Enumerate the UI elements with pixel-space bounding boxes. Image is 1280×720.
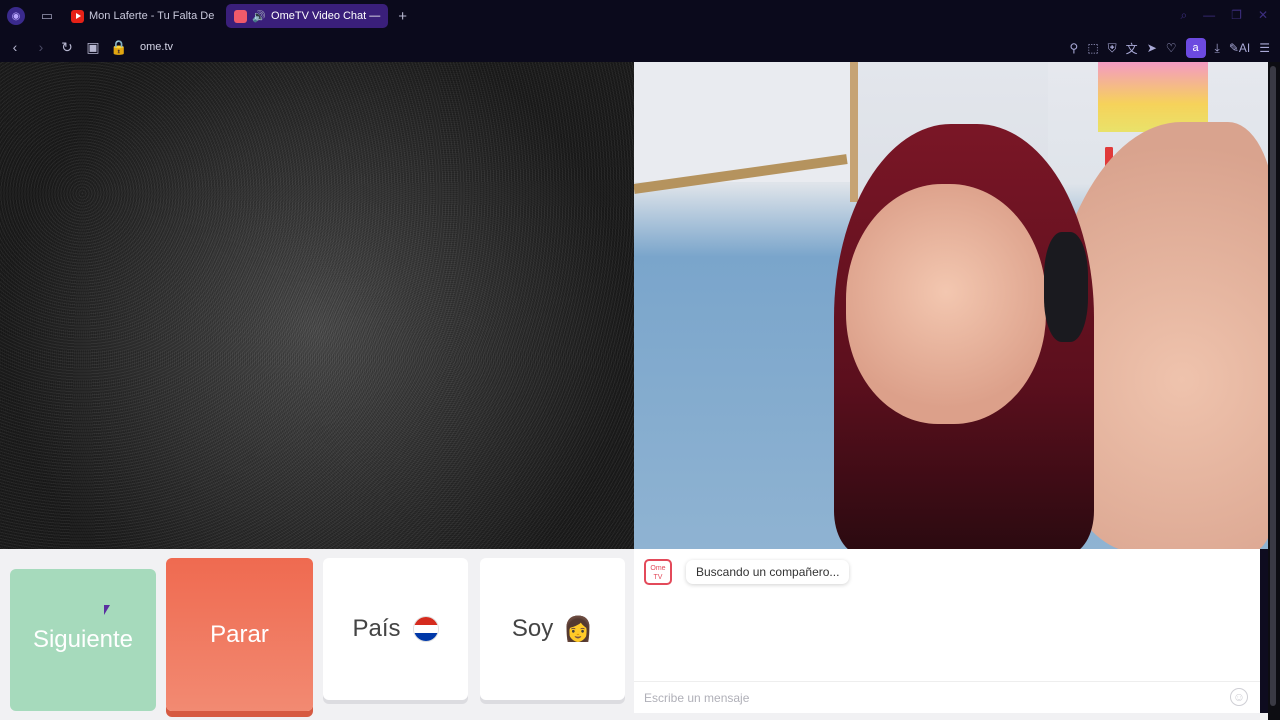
speaker-icon[interactable]: 🔊 <box>252 10 266 23</box>
forward-button[interactable]: › <box>30 39 52 55</box>
workspaces-icon[interactable]: ▭ <box>37 6 57 26</box>
search-icon[interactable]: ⌕ <box>1180 8 1187 23</box>
address-toolbar: ‹ › ↻ ▣ 🔒 ome.tv ⚲ ⬚ ⛨ 文 ➤ ♡ a ⤓ ✎AI ☰ <box>0 32 1280 62</box>
message-input[interactable]: Escribe un mensaje <box>634 681 1260 713</box>
country-label: País <box>352 615 401 642</box>
restore-icon[interactable]: ❐ <box>1231 8 1242 23</box>
control-panel: Siguiente Parar País Soy 👩 <box>0 549 634 720</box>
send-icon[interactable]: ➤ <box>1147 41 1157 55</box>
stop-label: Parar <box>210 620 269 648</box>
remote-video <box>634 62 1268 549</box>
new-tab-button[interactable]: + <box>398 8 407 25</box>
close-icon[interactable]: ✕ <box>1258 8 1268 23</box>
minimize-icon[interactable]: — <box>1203 8 1215 23</box>
screenshot-icon[interactable]: ⬚ <box>1087 41 1098 55</box>
local-video <box>0 62 634 549</box>
stop-button[interactable]: Parar <box>166 558 313 711</box>
url-field[interactable]: ome.tv <box>140 41 173 53</box>
download-icon[interactable]: ⤓ <box>1215 41 1220 56</box>
page-scrollbar[interactable] <box>1268 62 1280 720</box>
profile-avatar[interactable]: a <box>1185 38 1206 58</box>
country-button[interactable]: País <box>323 558 468 700</box>
heart-icon[interactable]: ♡ <box>1166 41 1177 55</box>
pin-icon[interactable]: ⚲ <box>1070 41 1079 55</box>
status-message: Buscando un compañero... <box>686 560 850 584</box>
tab-bar: ◉ ▭ Mon Laferte - Tu Falta De 🔊 OmeTV Vi… <box>0 0 1280 32</box>
tab-label: Mon Laferte - Tu Falta De <box>89 10 215 22</box>
logo-line-2: TV <box>653 574 663 581</box>
reload-button[interactable]: ↻ <box>56 39 78 56</box>
woman-icon: 👩 <box>563 615 594 643</box>
menu-icon[interactable]: ☰ <box>1259 41 1270 55</box>
chat-bottom-strip <box>634 713 1268 720</box>
back-button[interactable]: ‹ <box>4 39 26 55</box>
window-controls: ⌕ — ❐ ✕ <box>1180 8 1268 23</box>
mouse-cursor-icon <box>104 605 110 615</box>
youtube-icon <box>71 9 84 23</box>
chat-panel: Ome TV Buscando un compañero... Escribe … <box>634 549 1260 713</box>
browser-logo-icon[interactable]: ◉ <box>7 7 25 25</box>
tab-label: OmeTV Video Chat — <box>271 10 381 22</box>
ometv-logo-icon: Ome TV <box>644 559 672 585</box>
camera-permission-icon[interactable]: ▣ <box>82 39 104 56</box>
video-person-face <box>846 184 1046 424</box>
shield-icon[interactable]: ⛨ <box>1108 41 1117 56</box>
logo-line-1: Ome <box>650 565 666 572</box>
video-headphone <box>1044 232 1088 342</box>
ometv-icon <box>234 9 248 23</box>
ai-label: AI <box>1238 41 1251 55</box>
scrollbar-thumb[interactable] <box>1270 66 1276 706</box>
translate-icon[interactable]: 文 <box>1126 40 1138 57</box>
tab-ometv[interactable]: 🔊 OmeTV Video Chat — <box>226 4 389 28</box>
emoji-picker-icon[interactable]: ☺ <box>1230 688 1248 706</box>
gender-button[interactable]: Soy 👩 <box>480 558 625 700</box>
video-door-frame <box>850 62 858 202</box>
next-label: Siguiente <box>32 626 134 653</box>
toolbar-tools: ⚲ ⬚ ⛨ 文 ➤ ♡ a ⤓ ✎AI ☰ <box>1070 38 1270 58</box>
ai-button[interactable]: ✎AI <box>1229 41 1250 55</box>
gender-label: Soy <box>511 615 554 642</box>
next-button[interactable]: Siguiente <box>10 569 156 711</box>
tab-youtube[interactable]: Mon Laferte - Tu Falta De <box>63 4 222 28</box>
lock-icon[interactable]: 🔒 <box>108 39 130 56</box>
paraguay-flag-icon <box>412 616 439 642</box>
